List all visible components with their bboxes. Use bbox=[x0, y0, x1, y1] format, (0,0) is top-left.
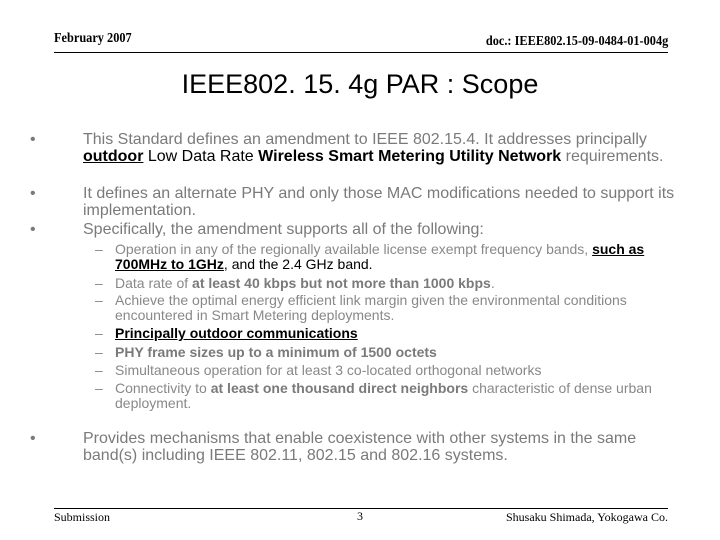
emphasis-text: at least 40 kbps but not more than 1000 … bbox=[192, 275, 491, 291]
sub-text: PHY frame sizes up to a minimum of 1500 … bbox=[115, 344, 437, 360]
sub-item: – PHY frame sizes up to a minimum of 150… bbox=[95, 345, 695, 360]
bullet-text: requirements. bbox=[561, 148, 664, 165]
sub-item: – Connectivity to at least one thousand … bbox=[95, 381, 695, 411]
header-doc-id: doc.: IEEE802.15-09-0484-01-004g bbox=[485, 34, 668, 49]
bullet-marker: • bbox=[30, 185, 36, 202]
bullet-text: Low Data Rate bbox=[143, 148, 259, 165]
dash-marker: – bbox=[95, 362, 103, 378]
emphasis-text: outdoor bbox=[83, 148, 144, 165]
bullet-item: • Provides mechanisms that enable coexis… bbox=[30, 430, 690, 464]
header-date: February 2007 bbox=[54, 31, 132, 46]
bullet-text: Specifically, the amendment supports all… bbox=[83, 221, 484, 238]
sub-text: Achieve the optimal energy efficient lin… bbox=[115, 292, 627, 323]
bullet-item: • Specifically, the amendment supports a… bbox=[30, 221, 690, 238]
sub-text: Simultaneous operation for at least 3 co… bbox=[115, 362, 542, 378]
sub-text: Principally outdoor communications bbox=[115, 325, 358, 341]
bullet-item: • This Standard defines an amendment to … bbox=[30, 131, 690, 165]
slide-title: IEEE802. 15. 4g PAR : Scope bbox=[181, 69, 539, 99]
emphasis-text: at least one thousand direct neighbors bbox=[210, 380, 469, 396]
dash-marker: – bbox=[95, 292, 103, 308]
bullet-marker: • bbox=[30, 131, 36, 148]
dash-marker: – bbox=[95, 275, 103, 291]
sub-text: Data rate of bbox=[115, 275, 193, 291]
bullet-marker: • bbox=[30, 221, 36, 238]
footer-submission: Submission bbox=[54, 510, 111, 524]
sub-item: – Achieve the optimal energy efficient l… bbox=[95, 293, 695, 323]
bullet-text: It defines an alternate PHY and only tho… bbox=[83, 185, 675, 219]
sub-text: Connectivity to bbox=[115, 380, 211, 396]
bullet-item: • It defines an alternate PHY and only t… bbox=[30, 185, 690, 219]
sub-item: – Operation in any of the regionally ava… bbox=[95, 242, 695, 272]
dash-marker: – bbox=[95, 241, 103, 257]
header-divider bbox=[54, 52, 668, 53]
sub-item: – Simultaneous operation for at least 3 … bbox=[95, 363, 695, 378]
dash-marker: – bbox=[95, 380, 103, 396]
sub-text: Operation in any of the regionally avail… bbox=[115, 241, 593, 257]
footer-author: Shusaku Shimada, Yokogawa Co. bbox=[505, 510, 668, 524]
dash-marker: – bbox=[95, 344, 103, 360]
sub-text: , and the 2.4 GHz band. bbox=[223, 256, 373, 272]
emphasis-text: Wireless Smart Metering Utility Network bbox=[258, 148, 562, 165]
bullet-marker: • bbox=[30, 430, 36, 447]
dash-marker: – bbox=[95, 325, 103, 341]
sub-text: . bbox=[490, 275, 495, 291]
bullet-text: This Standard defines an amendment to IE… bbox=[83, 131, 647, 148]
page-number: 3 bbox=[357, 509, 363, 523]
sub-item: – Data rate of at least 40 kbps but not … bbox=[95, 276, 695, 291]
sub-item: – Principally outdoor communications bbox=[95, 326, 695, 341]
bullet-text: Provides mechanisms that enable coexiste… bbox=[83, 430, 637, 464]
